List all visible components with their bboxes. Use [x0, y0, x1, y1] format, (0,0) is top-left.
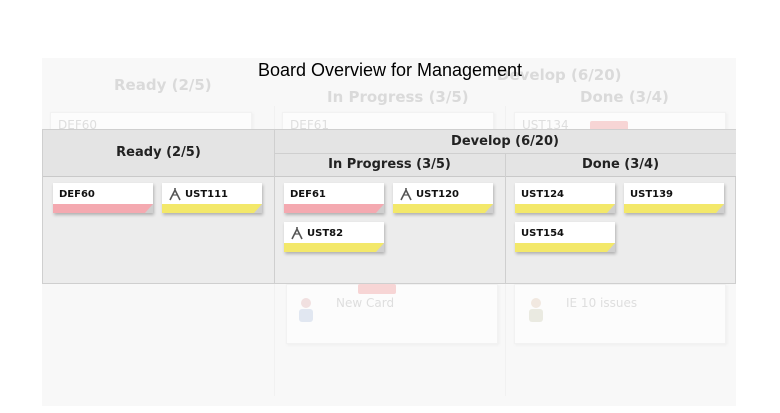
card-ust124[interactable]: UST124 — [515, 183, 615, 213]
card-id: DEF61 — [290, 189, 326, 200]
card-type-bar — [515, 204, 615, 213]
page-title: Board Overview for Management — [257, 60, 523, 80]
ghost-done-header: Done (3/4) — [580, 88, 669, 106]
card-type-bar — [284, 243, 384, 252]
card-type-bar — [53, 204, 153, 213]
ghost-new-card-label: New Card — [336, 296, 395, 310]
branch-icon — [169, 188, 181, 201]
done-column-header[interactable]: Done (3/4) — [505, 154, 736, 177]
card-type-bar — [515, 243, 615, 252]
ghost-issue-label: IE 10 issues — [566, 296, 638, 310]
card-type-bar — [162, 204, 262, 213]
card-def61[interactable]: DEF61 — [284, 183, 384, 213]
card-ust111[interactable]: UST111 — [162, 183, 262, 213]
card-type-bar — [393, 204, 493, 213]
header-divider — [274, 153, 736, 154]
card-id: UST120 — [416, 189, 460, 200]
card-id: DEF60 — [59, 189, 95, 200]
branch-icon — [400, 188, 412, 201]
card-ust120[interactable]: UST120 — [393, 183, 493, 213]
kanban-board: Ready (2/5) Develop (6/20) In Progress (… — [42, 129, 736, 284]
card-def60[interactable]: DEF60 — [53, 183, 153, 213]
in-progress-column-header[interactable]: In Progress (3/5) — [274, 154, 505, 177]
card-id: UST82 — [307, 228, 344, 239]
card-id: UST111 — [185, 189, 229, 200]
column-divider — [505, 154, 506, 283]
person-icon — [299, 298, 313, 322]
ready-column-header[interactable]: Ready (2/5) — [43, 130, 274, 177]
branch-icon — [291, 227, 303, 240]
develop-column-header[interactable]: Develop (6/20) — [274, 130, 736, 154]
ghost-in-progress-header: In Progress (3/5) — [327, 88, 469, 106]
card-ust82[interactable]: UST82 — [284, 222, 384, 252]
card-id: UST124 — [521, 189, 565, 200]
card-type-bar — [624, 204, 724, 213]
card-id: UST139 — [630, 189, 674, 200]
person-icon — [529, 298, 543, 322]
card-id: UST154 — [521, 228, 565, 239]
card-type-bar — [284, 204, 384, 213]
card-ust139[interactable]: UST139 — [624, 183, 724, 213]
ghost-badge — [358, 284, 396, 294]
card-ust154[interactable]: UST154 — [515, 222, 615, 252]
